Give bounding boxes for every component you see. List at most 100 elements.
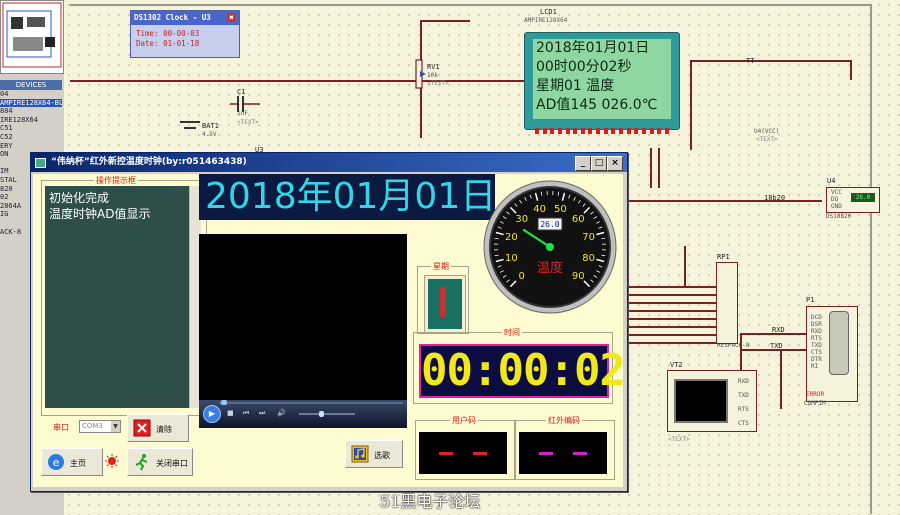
log-textbox[interactable]: 初始化完成 温度时钟AD值显示 <box>45 186 193 408</box>
stop-icon[interactable]: ■ <box>227 409 234 417</box>
text-tag: <TEXT> <box>427 80 449 87</box>
ds1302-date-value: 01-01-18 <box>163 39 200 48</box>
gauge-label: 温度 <box>537 260 563 276</box>
close-icon[interactable]: ✖ <box>227 13 236 22</box>
music-icon <box>351 445 369 463</box>
ds1302-clock-window[interactable]: DS1302 Clock - U3 ✖ Time: 00-00-03 Date:… <box>130 10 240 58</box>
lcd-pin <box>603 128 608 134</box>
wire <box>658 148 660 188</box>
chevron-down-icon[interactable]: ▼ <box>111 421 120 432</box>
minimize-button[interactable]: _ <box>575 156 591 171</box>
lcd-pin <box>657 128 662 134</box>
close-serial-button[interactable]: 关闭串口 <box>127 448 193 476</box>
user-code-label: 用户码 <box>450 415 478 426</box>
p1-pin: RTS <box>811 335 822 342</box>
vt2-pin: CTS <box>738 420 749 427</box>
p1-pin: DSR <box>811 321 822 328</box>
lcd-pin <box>641 128 646 134</box>
gauge-value-text: 26.0 <box>540 220 559 229</box>
time-group-label: 时间 <box>502 327 522 338</box>
tt-net-label: TT <box>746 57 755 65</box>
lcd-pin <box>596 128 601 134</box>
volume-slider[interactable] <box>299 413 355 415</box>
select-song-button[interactable]: 选歌 <box>345 440 403 468</box>
wire <box>690 60 692 150</box>
play-icon[interactable]: ▶ <box>203 405 221 423</box>
wire <box>780 349 782 409</box>
rp1-respack[interactable] <box>716 262 738 344</box>
home-button[interactable]: e 主页 <box>41 448 103 476</box>
wire <box>626 334 716 336</box>
p1-error: ERROR <box>806 391 825 398</box>
ir-code-label: 红外编码 <box>546 415 582 426</box>
wire <box>850 60 852 80</box>
p1-label: P1 <box>806 296 815 304</box>
device-item[interactable]: ERY <box>0 142 62 151</box>
u4-ds18b20[interactable]: VCC DQ GND 26.0 <box>826 187 880 213</box>
close-button[interactable]: × <box>607 156 623 171</box>
net-18b20: 18b20 <box>764 194 786 202</box>
lcd-line: 00时00分02秒 <box>536 59 632 75</box>
app-icon <box>35 158 46 168</box>
lcd-pin <box>664 128 669 134</box>
wire <box>626 200 822 202</box>
u4-reading: 26.0 <box>851 193 875 202</box>
ir-code-display <box>519 432 607 474</box>
u4-pin-gnd: GND <box>831 203 842 210</box>
rv1-potentiometer <box>415 59 426 89</box>
gauge-tick-label: 0 <box>519 271 525 282</box>
serial-port-label: 串口 <box>53 423 69 432</box>
device-item[interactable]: C52 <box>0 133 62 142</box>
app-window[interactable]: “伟纳杯”红外新控温度时钟(by:r051463438) _ □ × 操作提示框… <box>30 152 628 492</box>
maximize-button[interactable]: □ <box>591 156 607 171</box>
next-icon[interactable]: ⏭ <box>259 409 265 418</box>
lcd1-component[interactable]: 2018年01月01日 00时00分02秒 星期01 温度 AD值145 026… <box>524 32 680 130</box>
rv1-value: 10k <box>427 72 438 79</box>
wire <box>626 294 716 296</box>
p1-pin-list: DCD DSR RXD RTS TXD CTS DTR RI <box>811 314 822 370</box>
previous-icon[interactable]: ⏮ <box>243 409 249 418</box>
seek-bar[interactable] <box>219 402 403 404</box>
media-player[interactable]: ▶ ■ ⏮ ⏭ 🔊 <box>199 234 407 428</box>
wire <box>626 302 716 304</box>
text-tag: <TEXT> <box>756 136 778 143</box>
wire <box>684 246 686 286</box>
device-item[interactable]: IRE128X64 <box>0 116 62 125</box>
overview-window[interactable] <box>0 0 64 74</box>
seek-handle[interactable] <box>221 400 227 405</box>
vt2-pin: TXD <box>738 392 749 399</box>
u4-pin-dq: DQ <box>831 196 839 203</box>
ds1302-title-text: DS1302 Clock - U3 <box>134 13 211 22</box>
volume-handle[interactable] <box>319 411 324 417</box>
lcd-pin <box>557 128 562 134</box>
text-tag: <TEXT> <box>668 436 690 443</box>
ds1302-title[interactable]: DS1302 Clock - U3 ✖ <box>131 11 239 25</box>
running-man-icon <box>135 454 148 471</box>
home-button-label: 主页 <box>70 459 86 468</box>
device-item[interactable]: C51 <box>0 124 62 133</box>
clear-button[interactable]: 清除 <box>127 414 189 442</box>
devices-header: DEVICES <box>0 80 62 90</box>
app-titlebar[interactable]: “伟纳杯”红外新控温度时钟(by:r051463438) _ □ × <box>31 153 627 172</box>
watermark: 51黑电子论坛 <box>380 492 481 511</box>
lcd-pin <box>626 128 631 134</box>
txd-net: TXD <box>770 342 783 350</box>
lcd1-part: AMPIRE128X64 <box>524 17 568 24</box>
gauge-tick-label: 90 <box>572 271 585 282</box>
gauge-tick-label: 20 <box>505 232 518 243</box>
device-item[interactable]: 804 <box>0 107 62 116</box>
serial-port-select[interactable]: COM3 ▼ <box>79 420 121 433</box>
volume-icon[interactable]: 🔊 <box>277 409 286 417</box>
gauge-tick-label: 70 <box>582 232 595 243</box>
lcd-pin <box>634 128 639 134</box>
vt2-label: VT2 <box>670 361 683 369</box>
vt2-terminal[interactable]: RXD TXD RTS CTS <box>667 370 757 432</box>
device-item-selected[interactable]: AMPIRE128X64-BLUE <box>0 98 62 108</box>
week-group-label: 星期 <box>431 261 451 272</box>
rxd-net: RXD <box>772 326 785 334</box>
serial-port-value: COM3 <box>82 422 103 430</box>
log-group-label: 操作提示框 <box>94 175 138 186</box>
device-item[interactable]: 04 <box>0 90 62 99</box>
p1-pin: DCD <box>811 314 822 321</box>
db9-connector <box>829 311 849 375</box>
